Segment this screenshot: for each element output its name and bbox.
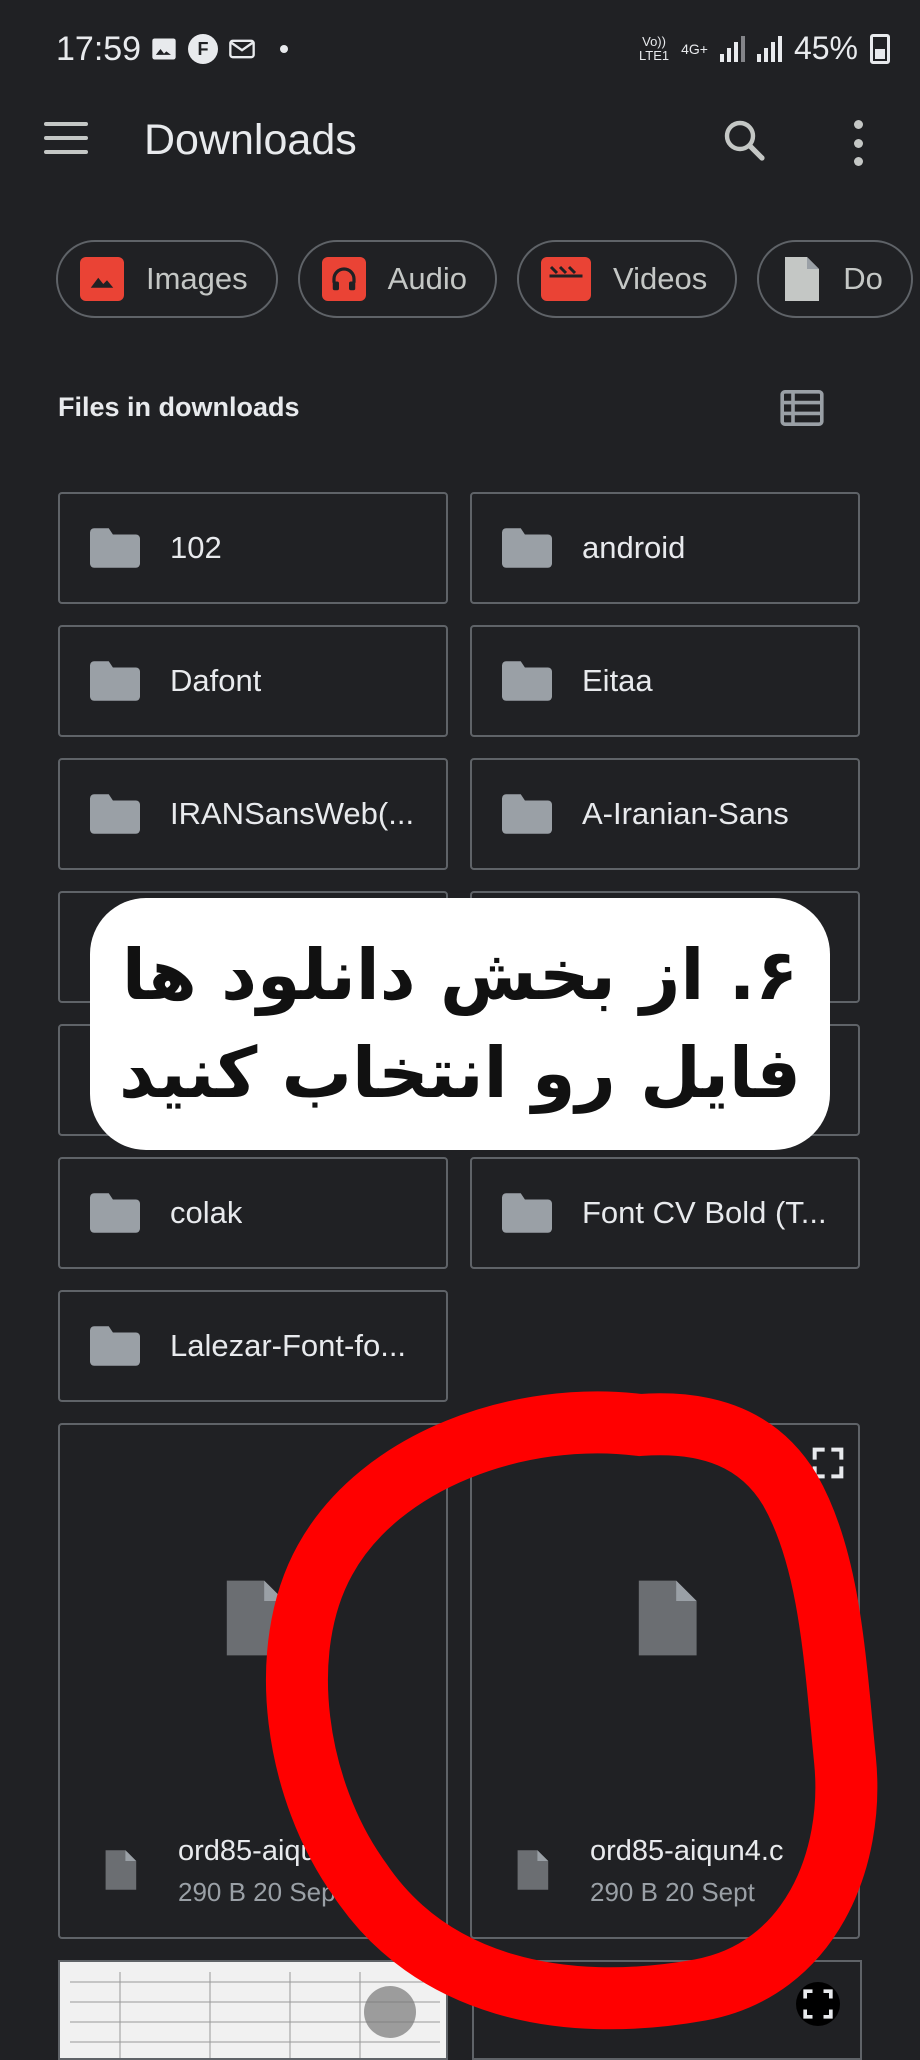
folder-name: colak: [170, 1195, 243, 1230]
file-name: ord85-aiqun...: [178, 1835, 357, 1867]
headphones-icon: [321, 257, 366, 301]
file-meta: 290 B 20 Sept: [178, 1877, 343, 1907]
folder-icon: [90, 1326, 140, 1366]
battery-icon: [870, 33, 890, 64]
folder-name: Dafont: [170, 663, 262, 698]
folder-name: android: [582, 530, 686, 565]
document-icon: [638, 1580, 697, 1656]
folder-card[interactable]: android: [470, 492, 860, 604]
expand-icon[interactable]: [396, 1443, 436, 1483]
file-card[interactable]: ord85-aiqun... 290 B 20 Sept: [58, 1423, 448, 1939]
folder-card[interactable]: 102: [58, 492, 448, 604]
signal-icon: [719, 35, 745, 62]
gallery-icon: [152, 38, 176, 60]
volte-indicator: Vo)) LTE1: [638, 33, 670, 63]
folder-card[interactable]: IRANSansWeb(...: [58, 758, 448, 870]
dot-icon: [280, 45, 288, 53]
f-badge-icon: F: [188, 34, 218, 64]
chip-videos[interactable]: Videos: [516, 240, 738, 318]
document-preview-image: [70, 1972, 440, 2058]
folder-icon: [502, 794, 552, 834]
expand-icon[interactable]: [808, 1443, 848, 1483]
folder-icon: [502, 1193, 552, 1233]
chip-audio[interactable]: Audio: [297, 240, 497, 318]
chip-images[interactable]: Images: [56, 240, 278, 318]
document-icon: [105, 1850, 137, 1890]
document-icon: [517, 1850, 549, 1890]
network-type: 4G+: [681, 40, 708, 57]
folder-icon: [90, 528, 140, 568]
search-icon[interactable]: [720, 116, 768, 164]
status-notification-icons: F: [150, 34, 288, 64]
mail-icon: [229, 39, 255, 59]
folder-name: Lalezar-Font-fo...: [170, 1328, 407, 1363]
document-icon: [785, 257, 820, 301]
chip-label: Audio: [387, 261, 467, 296]
chip-label: Images: [146, 261, 248, 296]
image-icon: [80, 257, 124, 301]
folder-name: Eitaa: [582, 663, 653, 698]
folder-name: 102: [170, 530, 222, 565]
folder-name: A-Iranian-Sans: [582, 796, 789, 831]
clapperboard-icon: [540, 257, 591, 301]
signal-icon-2: [756, 35, 782, 62]
folder-icon: [502, 661, 552, 701]
document-icon: [226, 1580, 285, 1656]
file-card[interactable]: ord85-aiqun4.c 290 B 20 Sept: [470, 1423, 860, 1939]
category-chips: Images Audio Videos Do: [56, 240, 913, 318]
page-title: Downloads: [144, 116, 357, 164]
folder-card[interactable]: Dafont: [58, 625, 448, 737]
status-right: Vo)) LTE1 4G+ 45%: [639, 30, 890, 67]
folder-icon: [90, 1193, 140, 1233]
folder-name: Font CV Bold (T...: [582, 1195, 827, 1230]
file-thumbnail[interactable]: [58, 1960, 448, 2060]
folder-icon: [90, 661, 140, 701]
battery-percent: 45%: [793, 30, 858, 66]
instruction-line-1: ۶. از بخش دانلود ها: [121, 934, 799, 1016]
more-options-icon[interactable]: [848, 120, 868, 166]
list-view-icon[interactable]: [780, 390, 824, 426]
section-title: Files in downloads: [58, 392, 300, 422]
folder-card[interactable]: Font CV Bold (T...: [470, 1157, 860, 1269]
folder-icon: [90, 794, 140, 834]
folder-card[interactable]: Eitaa: [470, 625, 860, 737]
folder-card[interactable]: A-Iranian-Sans: [470, 758, 860, 870]
folder-card[interactable]: colak: [58, 1157, 448, 1269]
status-time: 17:59: [56, 30, 142, 68]
folder-card[interactable]: Lalezar-Font-fo...: [58, 1290, 448, 1402]
file-name: ord85-aiqun4.c: [590, 1835, 784, 1867]
folder-icon: [502, 528, 552, 568]
folder-name: IRANSansWeb(...: [170, 796, 415, 831]
expand-icon[interactable]: [796, 1982, 840, 2026]
file-card-partial[interactable]: [472, 1960, 862, 2060]
chip-label: Videos: [612, 261, 708, 296]
chip-documents[interactable]: Do: [757, 240, 913, 318]
file-meta: 290 B 20 Sept: [590, 1877, 755, 1907]
instruction-line-2: فایل رو انتخاب کنید: [118, 1032, 802, 1114]
menu-icon[interactable]: [44, 122, 88, 158]
chip-label: Do: [843, 261, 883, 296]
instruction-banner: ۶. از بخش دانلود ها فایل رو انتخاب کنید: [90, 898, 830, 1150]
